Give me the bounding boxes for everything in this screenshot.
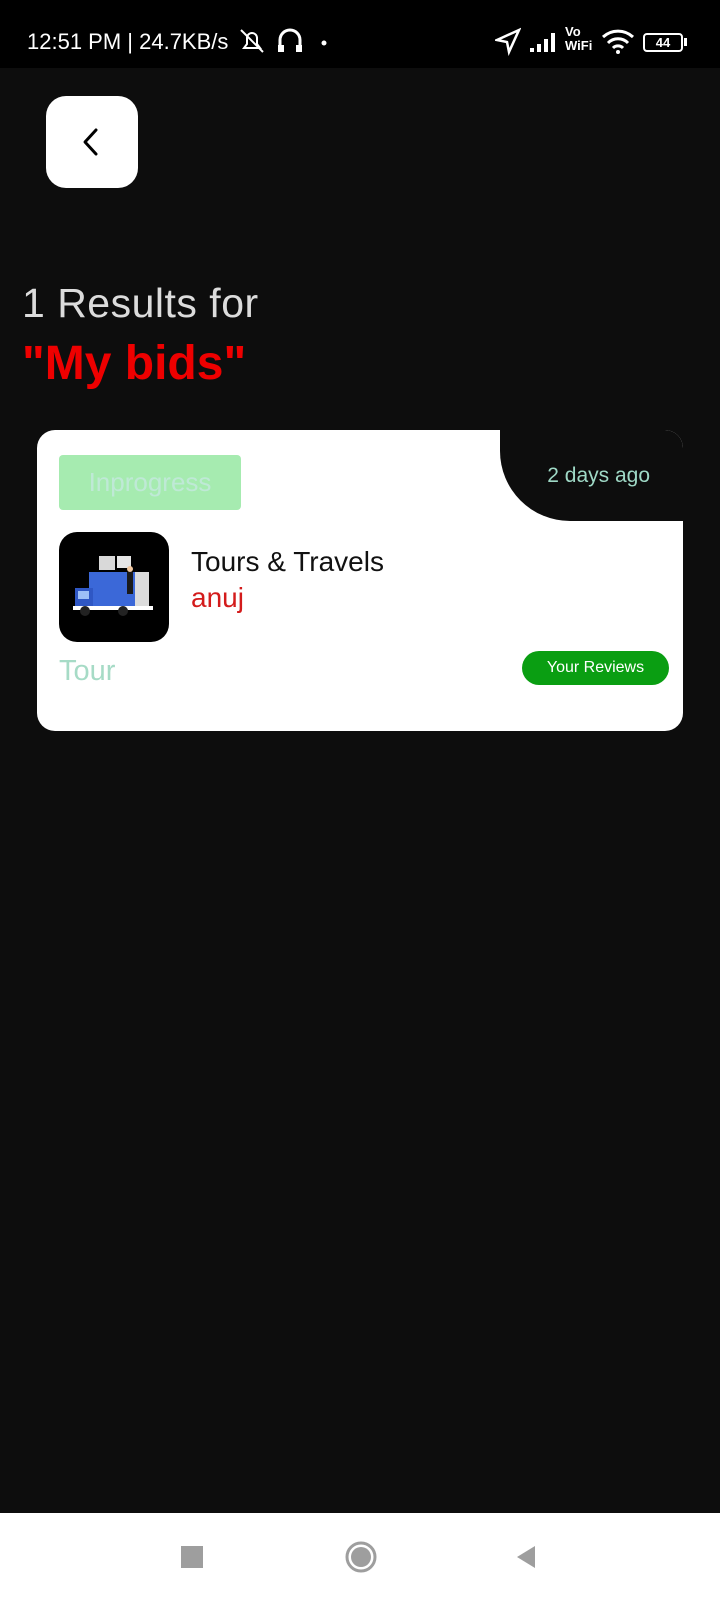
signal-icon <box>530 33 555 52</box>
status-time: 12:51 PM | 24.7KB/s <box>27 29 229 54</box>
search-query-title: "My bids" <box>22 337 247 390</box>
service-title: Tours & Travels <box>191 546 384 577</box>
system-nav-bar <box>0 1513 720 1600</box>
chevron-left-icon <box>83 128 98 156</box>
battery-icon: 44 <box>643 33 683 52</box>
user-name: anuj <box>191 582 244 613</box>
battery-tip <box>684 38 687 46</box>
results-count-label: 1 Results for <box>22 280 259 326</box>
vowifi-label: Vo WiFi <box>565 24 593 53</box>
bid-card[interactable]: 2 days ago Inprogress Tours & Travels an… <box>37 430 683 731</box>
status-badge: Inprogress <box>59 455 241 510</box>
bell-off-icon <box>240 29 264 53</box>
service-thumbnail <box>59 532 169 642</box>
your-reviews-button[interactable]: Your Reviews <box>522 651 669 685</box>
truck-illustration-icon <box>73 556 153 616</box>
triangle-back-icon[interactable] <box>515 1539 537 1575</box>
status-bar: 12:51 PM | 24.7KB/s Vo WiFi 44 <box>0 0 720 68</box>
square-icon[interactable] <box>181 1539 203 1575</box>
time-ago-label: 2 days ago <box>547 464 650 487</box>
category-label: Tour <box>59 655 116 687</box>
headset-icon <box>278 28 302 52</box>
wifi-icon <box>601 29 635 54</box>
location-arrow-icon <box>495 27 521 56</box>
dot-icon <box>321 40 327 46</box>
circle-icon[interactable] <box>344 1539 378 1575</box>
back-button[interactable] <box>46 96 138 188</box>
battery-level: 44 <box>655 35 671 50</box>
